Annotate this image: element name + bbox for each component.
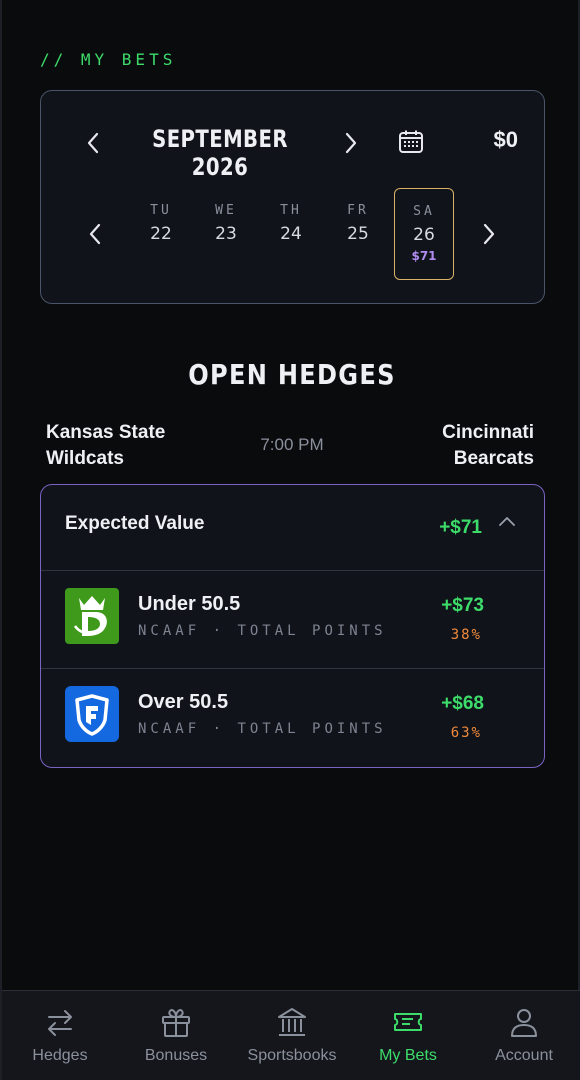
day-of-week: WE xyxy=(215,203,237,218)
bet-league: NCAAF xyxy=(138,623,201,639)
calendar-icon[interactable] xyxy=(398,129,424,155)
nav-item-bonuses[interactable]: Bonuses xyxy=(118,991,234,1080)
app-frame: // MY BETS SEPTEMBER 2026 $0 TU 22 WE 23… xyxy=(0,0,580,1080)
day-number: 23 xyxy=(215,224,237,244)
bet-league: NCAAF xyxy=(138,721,201,737)
game-time: 7:00 PM xyxy=(260,435,324,454)
bank-icon xyxy=(278,1008,306,1036)
draftkings-logo-icon xyxy=(65,588,119,644)
day-number: 24 xyxy=(280,224,302,244)
bet-title: Under 50.5 xyxy=(138,593,241,615)
nav-label: Account xyxy=(495,1047,553,1064)
team-left-name: Kansas State xyxy=(46,422,166,443)
bet-row[interactable]: Over 50.5 NCAAF · TOTAL POINTS +$68 63% xyxy=(41,669,544,767)
team-right: Cincinnati Bearcats xyxy=(354,420,534,472)
day-cell-sa-selected[interactable]: SA 26 $71 xyxy=(394,188,454,280)
ticket-icon xyxy=(394,1013,422,1031)
next-week-chevron-icon[interactable] xyxy=(477,219,501,249)
team-left: Kansas State Wildcats xyxy=(46,420,226,472)
nav-label: My Bets xyxy=(379,1047,437,1064)
bet-amount: +$68 xyxy=(441,693,484,714)
day-cell-fr[interactable]: FR 25 xyxy=(331,203,385,244)
nav-item-my-bets[interactable]: My Bets xyxy=(350,991,466,1080)
day-number: 26 xyxy=(413,225,435,245)
bet-row[interactable]: Under 50.5 NCAAF · TOTAL POINTS +$73 38% xyxy=(41,571,544,669)
user-icon xyxy=(511,1009,537,1037)
chevron-up-icon[interactable] xyxy=(498,515,516,527)
day-of-week: FR xyxy=(347,203,369,218)
bet-market: TOTAL POINTS xyxy=(237,623,387,639)
calendar-card: SEPTEMBER 2026 $0 TU 22 WE 23 TH 24 FR 2… xyxy=(40,90,545,304)
month-title: SEPTEMBER 2026 xyxy=(152,125,288,181)
bet-subtitle: NCAAF · TOTAL POINTS xyxy=(138,721,387,737)
prev-week-chevron-icon[interactable] xyxy=(83,219,107,249)
day-amount: $71 xyxy=(411,249,437,263)
bet-percentage: 38% xyxy=(450,627,482,643)
expected-value-label: Expected Value xyxy=(65,513,205,534)
bottom-nav: Hedges Bonuses Sportsbooks My Bets Accou… xyxy=(2,990,580,1080)
nav-item-sportsbooks[interactable]: Sportsbooks xyxy=(234,991,350,1080)
gift-icon xyxy=(162,1008,190,1037)
section-label: // MY BETS xyxy=(40,50,177,69)
day-of-week: TU xyxy=(150,203,172,218)
hedge-card: Expected Value +$71 Under 50.5 NCAAF · T… xyxy=(40,484,545,768)
day-cell-tu[interactable]: TU 22 xyxy=(134,203,188,244)
nav-label: Hedges xyxy=(32,1047,88,1064)
swap-arrows-icon xyxy=(48,1010,72,1036)
day-of-week: SA xyxy=(413,204,435,219)
nav-label: Sportsbooks xyxy=(247,1047,337,1064)
bet-title: Over 50.5 xyxy=(138,691,229,713)
expected-value-amount: +$71 xyxy=(439,517,482,538)
team-right-name: Cincinnati xyxy=(442,422,534,443)
bet-percentage: 63% xyxy=(450,725,482,741)
nav-item-account[interactable]: Account xyxy=(466,991,580,1080)
next-month-chevron-icon[interactable] xyxy=(339,128,363,158)
fanduel-logo-icon xyxy=(65,686,119,742)
day-number: 22 xyxy=(150,224,172,244)
day-cell-we[interactable]: WE 23 xyxy=(199,203,253,244)
balance-amount: $0 xyxy=(493,127,518,152)
day-number: 25 xyxy=(347,224,369,244)
expected-value-row[interactable]: Expected Value +$71 xyxy=(41,485,544,571)
bet-market: TOTAL POINTS xyxy=(237,721,387,737)
prev-month-chevron-icon[interactable] xyxy=(81,128,105,158)
team-right-mascot: Bearcats xyxy=(453,448,534,469)
open-hedges-title: OPEN HEDGES xyxy=(188,358,396,391)
nav-item-hedges[interactable]: Hedges xyxy=(2,991,118,1080)
day-cell-th[interactable]: TH 24 xyxy=(264,203,318,244)
day-of-week: TH xyxy=(280,203,302,218)
team-left-mascot: Wildcats xyxy=(46,448,124,469)
nav-label: Bonuses xyxy=(144,1047,208,1064)
bet-amount: +$73 xyxy=(441,595,484,616)
bet-subtitle: NCAAF · TOTAL POINTS xyxy=(138,623,387,639)
